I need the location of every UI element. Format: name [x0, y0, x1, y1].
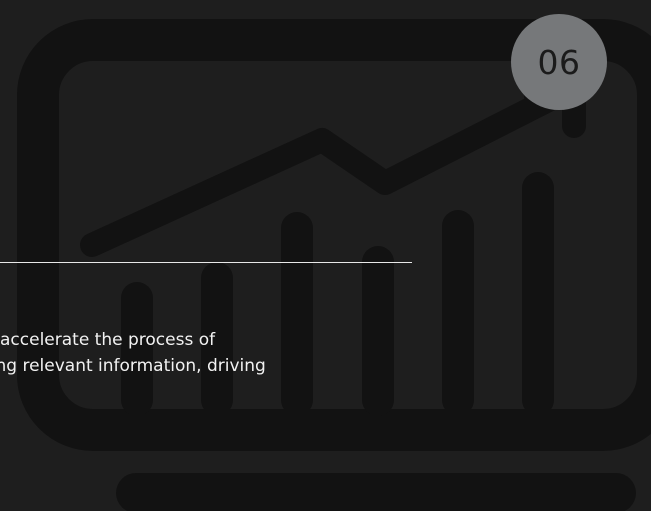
description-line: ning relevant information, driving: [0, 356, 266, 376]
description-line: accelerate the process of: [0, 330, 216, 350]
description-text: accelerate the process of ning relevant …: [0, 327, 450, 379]
trend-line: [80, 76, 584, 257]
slide-panel: 06 accelerate the process of ning releva…: [0, 0, 651, 511]
step-number-badge: 06: [511, 14, 607, 110]
step-number: 06: [537, 42, 581, 82]
divider-line: [0, 262, 412, 263]
monitor-base: [116, 473, 636, 511]
